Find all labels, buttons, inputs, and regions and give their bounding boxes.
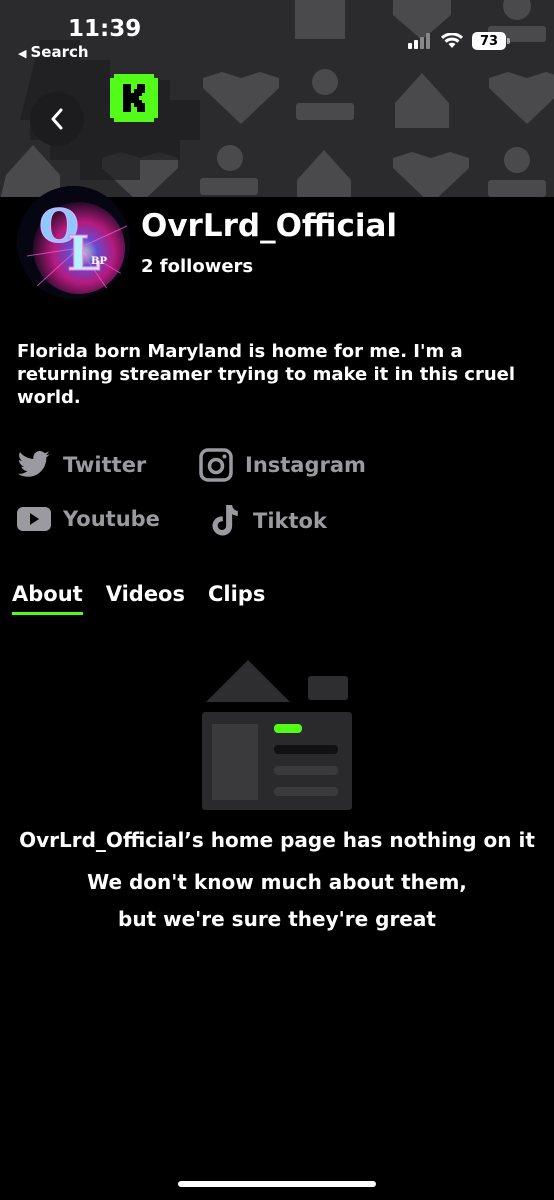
empty-home-illustration (202, 660, 352, 810)
back-to-search-link[interactable]: ◀ Search (18, 43, 89, 61)
status-icons: 73 (408, 32, 510, 50)
channel-name: OvrLrd_Official (141, 208, 398, 244)
avatar-art: O L BP (17, 186, 130, 299)
tiktok-icon (212, 505, 238, 536)
tab-videos[interactable]: Videos (106, 582, 185, 615)
back-app-label: Search (30, 43, 89, 61)
youtube-icon (17, 507, 51, 531)
battery-level: 73 (479, 33, 499, 49)
battery-icon: 73 (472, 32, 510, 50)
social-link-twitter[interactable]: Twitter (17, 450, 146, 480)
social-link-instagram[interactable]: Instagram (199, 448, 366, 482)
channel-bio: Florida born Maryland is home for me. I'… (17, 341, 516, 408)
home-indicator[interactable] (178, 1181, 376, 1187)
social-label: Instagram (245, 453, 366, 477)
channel-tabs: About Videos Clips (12, 582, 265, 615)
social-label: Youtube (63, 507, 160, 531)
empty-state-line: We don't know much about them, (87, 870, 467, 894)
chevron-left-icon (51, 108, 63, 130)
twitter-icon (17, 450, 50, 477)
tab-about[interactable]: About (12, 582, 83, 615)
social-link-youtube[interactable]: Youtube (17, 506, 160, 532)
status-bar: 11:39 ◀ Search 73 (0, 0, 554, 70)
social-label: Tiktok (253, 509, 327, 533)
back-button[interactable] (30, 92, 84, 146)
svg-text:BP: BP (91, 256, 107, 267)
social-label: Twitter (63, 453, 147, 477)
channel-avatar[interactable]: O L BP (17, 186, 130, 299)
wifi-icon (441, 33, 463, 48)
back-triangle-icon: ◀ (18, 47, 27, 60)
kick-logo-icon (110, 74, 158, 122)
instagram-icon (199, 448, 233, 482)
follower-count: 2 followers (141, 256, 254, 277)
social-link-tiktok[interactable]: Tiktok (211, 505, 327, 537)
status-time: 11:39 (68, 16, 142, 42)
tab-clips[interactable]: Clips (208, 582, 265, 615)
empty-state-title: OvrLrd_Official’s home page has nothing … (19, 828, 535, 852)
signal-icon (408, 33, 430, 49)
empty-state-line: but we're sure they're great (118, 907, 436, 931)
svg-text:L: L (67, 226, 101, 282)
